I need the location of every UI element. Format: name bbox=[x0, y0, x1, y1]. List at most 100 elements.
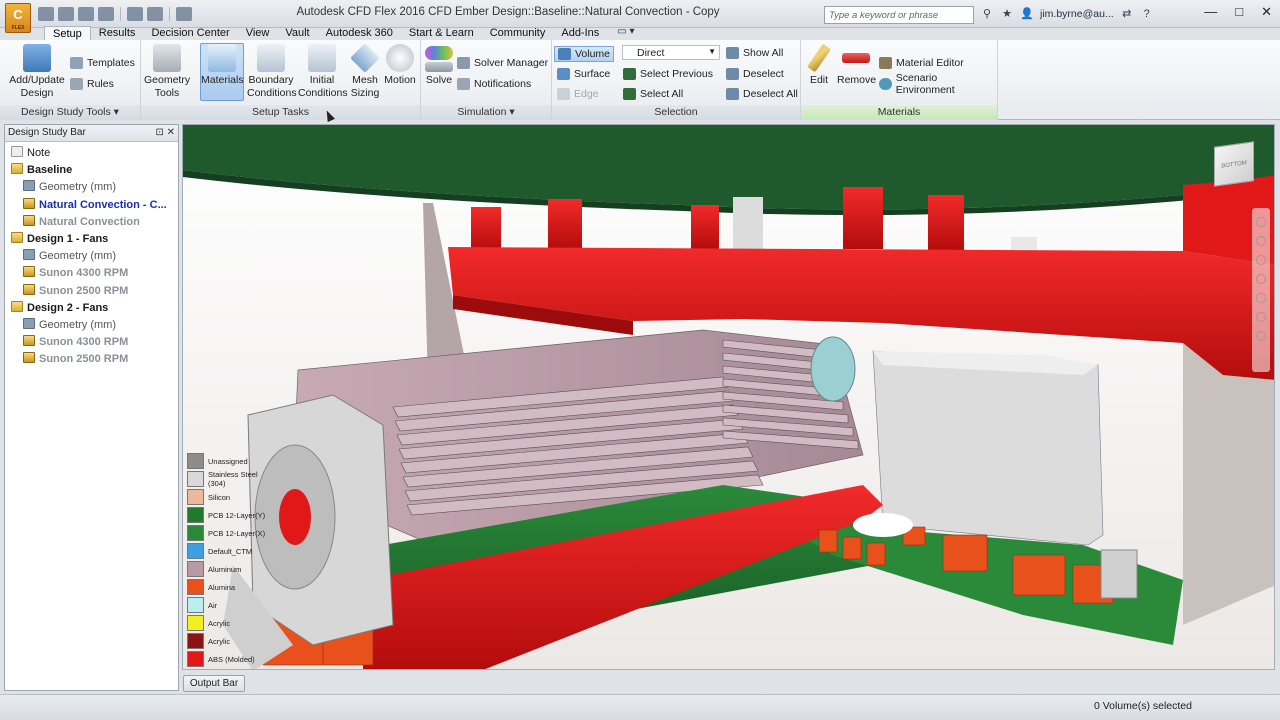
show-all-button[interactable]: Show All bbox=[726, 45, 783, 61]
scenario-environment-button[interactable]: Scenario Environment bbox=[879, 72, 997, 96]
mesh-sizing-icon bbox=[350, 43, 380, 73]
boundary-conditions-button[interactable]: Boundary Conditions bbox=[247, 44, 297, 100]
legend-label: Acrylic bbox=[208, 618, 231, 628]
search-input[interactable]: Type a keyword or phrase bbox=[824, 6, 974, 24]
geometry-tools-icon bbox=[153, 44, 181, 72]
close-button[interactable]: ✕ bbox=[1261, 4, 1272, 20]
tree-item[interactable]: Baseline bbox=[5, 162, 178, 179]
geometry-tools-button[interactable]: Geometry Tools bbox=[144, 44, 190, 100]
legend-item: PCB 12-Layer(X) bbox=[187, 524, 277, 542]
rules-button[interactable]: Rules bbox=[70, 76, 114, 92]
selection-mode-dropdown[interactable]: Direct ▼ bbox=[622, 45, 720, 60]
materials-button[interactable]: Materials bbox=[200, 43, 244, 101]
view-cube[interactable]: BOTTOM bbox=[1214, 141, 1254, 187]
application-menu-button[interactable]: C FLEX bbox=[5, 3, 31, 33]
notifications-button[interactable]: Notifications bbox=[457, 76, 531, 92]
fit-icon[interactable] bbox=[1256, 293, 1266, 303]
output-bar-button[interactable]: Output Bar bbox=[183, 675, 245, 692]
edit-button[interactable]: Edit bbox=[804, 43, 834, 87]
legend-swatch bbox=[187, 561, 204, 577]
legend-swatch bbox=[187, 507, 204, 523]
remove-button[interactable]: Remove bbox=[837, 44, 876, 87]
maximize-button[interactable]: □ bbox=[1235, 4, 1243, 20]
remove-icon bbox=[842, 53, 870, 63]
initial-conditions-button[interactable]: Initial Conditions bbox=[298, 44, 348, 100]
panel-label-design-study-tools[interactable]: Design Study Tools ▾ bbox=[0, 105, 140, 120]
tab-autodesk-360[interactable]: Autodesk 360 bbox=[318, 26, 401, 41]
deselect-all-button[interactable]: Deselect All bbox=[726, 86, 798, 102]
volume-select-button[interactable]: Volume bbox=[554, 46, 615, 62]
tree-item[interactable]: Natural Convection - C... bbox=[5, 197, 178, 214]
tab-add-ins[interactable]: Add-Ins bbox=[553, 26, 607, 41]
tree-item[interactable]: Sunon 2500 RPM bbox=[5, 351, 178, 368]
tree-item[interactable]: Sunon 2500 RPM bbox=[5, 283, 178, 300]
ribbon-toggle-icon[interactable]: ▭ ▾ bbox=[617, 26, 645, 41]
panel-selection: Volume Surface Edge Direct ▼ Select Previ… bbox=[552, 40, 801, 120]
tree-item-label: Note bbox=[27, 147, 51, 159]
folder-icon bbox=[11, 163, 23, 175]
pin-icon[interactable]: ⊡ bbox=[155, 127, 163, 138]
design-study-tree: Note Baseline Geometry (mm) Natural Convect… bbox=[5, 142, 178, 368]
binoculars-icon[interactable]: ⚲ bbox=[980, 7, 994, 21]
material-editor-button[interactable]: Material Editor bbox=[879, 55, 964, 71]
deselect-button[interactable]: Deselect bbox=[726, 66, 784, 82]
star-icon[interactable]: ★ bbox=[1000, 7, 1014, 21]
user-name[interactable]: jim.byrne@au... bbox=[1040, 8, 1114, 20]
tree-item[interactable]: Geometry (mm) bbox=[5, 179, 178, 196]
folder-icon bbox=[11, 231, 23, 243]
help-icon[interactable]: ? bbox=[1140, 7, 1154, 21]
scen-icon bbox=[23, 352, 35, 364]
select-previous-button[interactable]: Select Previous bbox=[623, 66, 713, 82]
tree-item[interactable]: Note bbox=[5, 145, 178, 162]
mesh-sizing-button[interactable]: Mesh Sizing bbox=[349, 43, 381, 100]
3d-viewport[interactable] bbox=[182, 124, 1275, 670]
minimize-button[interactable]: — bbox=[1204, 4, 1217, 20]
capacitor bbox=[1100, 549, 1138, 599]
fan-housing bbox=[872, 350, 1104, 546]
user-icon[interactable]: 👤 bbox=[1020, 7, 1034, 21]
add-update-design-button[interactable]: Add/Update Design bbox=[6, 44, 68, 100]
panel-label-simulation[interactable]: Simulation ▾ bbox=[421, 105, 551, 120]
left-fan-hub bbox=[279, 489, 311, 545]
tab-decision-center[interactable]: Decision Center bbox=[143, 26, 237, 41]
motion-button[interactable]: Motion bbox=[383, 44, 417, 87]
tree-item[interactable]: Geometry (mm) bbox=[5, 317, 178, 334]
legend-label: PCB 12-Layer(X) bbox=[208, 528, 266, 538]
close-panel-icon[interactable]: ✕ bbox=[167, 127, 175, 138]
edge-select-button[interactable]: Edge bbox=[557, 86, 599, 102]
tab-view[interactable]: View bbox=[238, 26, 278, 41]
solve-icon bbox=[425, 46, 453, 60]
legend-swatch bbox=[187, 489, 204, 505]
exchange-icon[interactable]: ⇄ bbox=[1120, 7, 1134, 21]
tree-item[interactable]: Sunon 4300 RPM bbox=[5, 334, 178, 351]
tree-item[interactable]: Natural Convection bbox=[5, 214, 178, 231]
tab-start-learn[interactable]: Start & Learn bbox=[401, 26, 482, 41]
look-icon[interactable] bbox=[1256, 331, 1266, 341]
zoom-icon[interactable] bbox=[1256, 255, 1266, 265]
tab-community[interactable]: Community bbox=[482, 26, 554, 41]
legend-item: Stainless Steel (304) bbox=[187, 470, 277, 488]
orbit-icon[interactable] bbox=[1256, 217, 1266, 227]
tab-results[interactable]: Results bbox=[91, 26, 144, 41]
select-all-button[interactable]: Select All bbox=[623, 86, 683, 102]
geom-icon bbox=[23, 249, 35, 261]
tree-item[interactable]: Design 2 - Fans bbox=[5, 300, 178, 317]
tree-item[interactable]: Sunon 4300 RPM bbox=[5, 265, 178, 282]
model-render[interactable] bbox=[183, 125, 1275, 670]
surface-select-button[interactable]: Surface bbox=[557, 66, 610, 82]
tab-setup[interactable]: Setup bbox=[44, 26, 91, 41]
tree-item[interactable]: Design 1 - Fans bbox=[5, 231, 178, 248]
solver-manager-button[interactable]: Solver Manager bbox=[457, 55, 548, 71]
rotate-icon[interactable] bbox=[1256, 274, 1266, 284]
templates-button[interactable]: Templates bbox=[70, 55, 135, 71]
solve-button[interactable]: Solve bbox=[424, 44, 454, 87]
tree-item-label: Design 1 - Fans bbox=[27, 232, 109, 245]
tree-item-label: Sunon 2500 RPM bbox=[39, 353, 129, 366]
design-study-bar: Design Study Bar ⊡ ✕ Note Baseline Geometr… bbox=[4, 124, 179, 691]
pan-icon[interactable] bbox=[1256, 236, 1266, 246]
folder-icon bbox=[11, 300, 23, 312]
tree-item[interactable]: Geometry (mm) bbox=[5, 248, 178, 265]
tab-vault[interactable]: Vault bbox=[277, 26, 317, 41]
section-icon[interactable] bbox=[1256, 312, 1266, 322]
materials-icon bbox=[208, 44, 236, 72]
